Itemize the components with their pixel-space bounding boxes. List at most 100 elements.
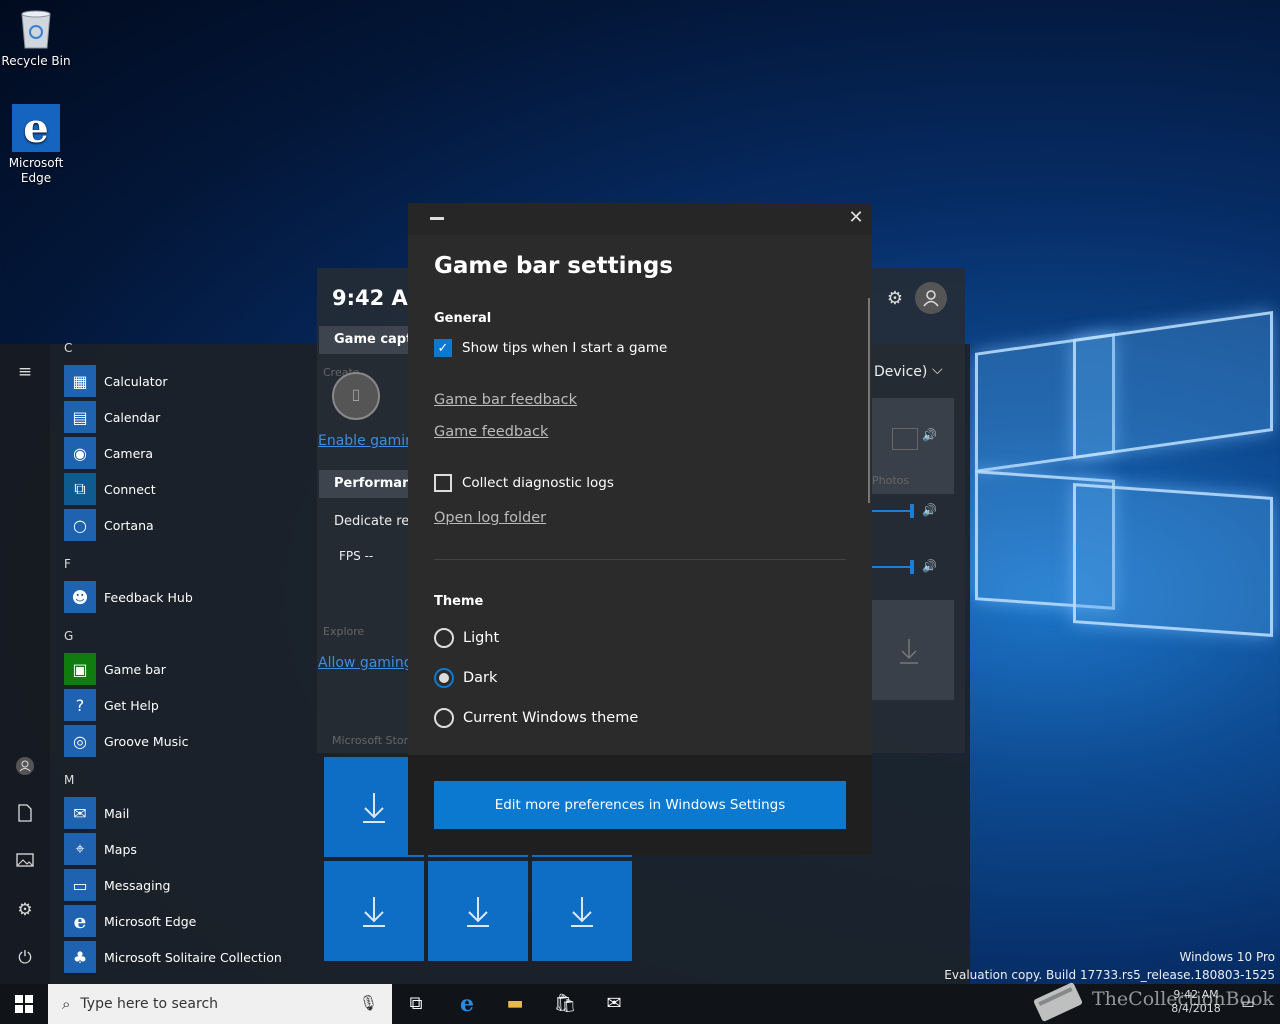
store-label: Microsoft Store	[332, 734, 408, 747]
app-cortana[interactable]: ○ Cortana	[64, 509, 154, 541]
game-bar-feedback-link[interactable]: Game bar feedback	[434, 392, 577, 408]
help-icon: ?	[64, 689, 96, 721]
theme-radio-light[interactable]	[434, 628, 454, 648]
taskbar-search-box[interactable]: ⌕ Type here to search 🎙	[48, 984, 392, 1024]
audio-device-selector[interactable]: Device) ⌵	[872, 356, 957, 388]
pictures-icon[interactable]	[13, 852, 37, 876]
maps-icon: ⌖	[64, 833, 96, 865]
show-tips-checkbox-row[interactable]: ✓ Show tips when I start a game	[434, 339, 667, 357]
download-icon	[363, 793, 385, 823]
theme-option-dark[interactable]: Dark	[434, 668, 497, 688]
collect-logs-checkbox-row[interactable]: Collect diagnostic logs	[434, 474, 614, 492]
app-game-bar[interactable]: ▣ Game bar	[64, 653, 166, 685]
chevron-down-icon: ⌵	[932, 362, 943, 378]
app-camera[interactable]: ◉ Camera	[64, 437, 153, 469]
mail-taskbar-icon[interactable]: ✉	[602, 992, 626, 1016]
task-view-icon[interactable]: ⧉	[404, 992, 428, 1016]
close-icon[interactable]: ✕	[846, 209, 866, 229]
download-icon	[571, 897, 593, 927]
theme-radio-current[interactable]	[434, 708, 454, 728]
dialog-title: Game bar settings	[434, 253, 673, 279]
app-messaging[interactable]: ▭ Messaging	[64, 869, 170, 901]
download-icon	[467, 897, 489, 927]
volume-icon[interactable]: 🔊	[922, 428, 937, 442]
settings-icon[interactable]: ⚙	[13, 900, 37, 924]
gear-icon[interactable]: ⚙	[884, 288, 906, 310]
theme-radio-dark[interactable]	[434, 668, 454, 688]
fps-readout: FPS --	[339, 549, 374, 563]
pending-tile[interactable]	[428, 861, 528, 961]
connect-icon: ⧉	[64, 473, 96, 505]
edit-preferences-button[interactable]: Edit more preferences in Windows Setting…	[434, 781, 846, 829]
collect-logs-checkbox[interactable]	[434, 474, 452, 492]
volume-slider-1[interactable]	[872, 510, 912, 512]
volume-icon[interactable]: 🔊	[922, 503, 937, 517]
search-placeholder: Type here to search	[80, 996, 219, 1012]
app-get-help[interactable]: ? Get Help	[64, 689, 159, 721]
camera-icon: ⌷	[351, 386, 361, 405]
app-calculator[interactable]: ▦ Calculator	[64, 365, 167, 397]
volume-slider-1-thumb[interactable]	[910, 504, 914, 518]
calculator-icon: ▦	[64, 365, 96, 397]
recycle-bin-shortcut[interactable]: Recycle Bin	[0, 8, 72, 69]
recycle-bin-label: Recycle Bin	[1, 54, 71, 68]
allow-gaming-link[interactable]: Allow gaming features	[318, 655, 408, 671]
volume-slider-2-thumb[interactable]	[910, 560, 914, 574]
enable-gaming-link[interactable]: Enable gaming features	[318, 433, 408, 449]
edge-taskbar-icon[interactable]: e	[455, 992, 479, 1016]
download-icon	[900, 639, 918, 664]
app-mail[interactable]: ✉ Mail	[64, 797, 129, 829]
volume-slider-2[interactable]	[872, 566, 912, 568]
search-icon: ⌕	[62, 995, 71, 1013]
microphone-icon[interactable]: 🎙	[359, 994, 378, 1012]
messaging-icon: ▭	[64, 869, 96, 901]
app-solitaire[interactable]: ♣ Microsoft Solitaire Collection	[64, 941, 282, 973]
photos-label: Photos	[872, 474, 910, 487]
volume-icon[interactable]: 🔊	[922, 559, 937, 573]
start-button[interactable]	[0, 984, 48, 1024]
letter-header-m[interactable]: M	[64, 773, 74, 787]
power-icon[interactable]: ⏻	[13, 948, 37, 972]
camera-icon: ◉	[64, 437, 96, 469]
minimize-icon[interactable]	[430, 217, 444, 220]
dialog-scrollbar[interactable]	[868, 298, 870, 503]
dialog-titlebar: ✕	[408, 203, 872, 235]
letter-header-f[interactable]: F	[64, 557, 71, 571]
user-profile-button[interactable]	[915, 282, 947, 314]
app-maps[interactable]: ⌖ Maps	[64, 833, 137, 865]
hamburger-icon[interactable]: ≡	[13, 362, 37, 386]
app-microsoft-edge[interactable]: e Microsoft Edge	[64, 905, 196, 937]
capture-section-header[interactable]: Game capture	[319, 326, 411, 354]
app-connect[interactable]: ⧉ Connect	[64, 473, 156, 505]
store-icon[interactable]: 🛍	[553, 992, 577, 1016]
app-feedback-hub[interactable]: ☻ Feedback Hub	[64, 581, 193, 613]
app-groove-music[interactable]: ◎ Groove Music	[64, 725, 188, 757]
download-icon	[363, 897, 385, 927]
edge-label-line2: Edge	[20, 171, 52, 185]
game-feedback-link[interactable]: Game feedback	[434, 424, 548, 440]
documents-icon[interactable]	[13, 804, 37, 828]
letter-header-c[interactable]: C	[64, 341, 72, 355]
start-rail: ≡ ⚙ ⏻	[0, 344, 50, 984]
letter-header-g[interactable]: G	[64, 629, 73, 643]
user-account-icon[interactable]	[13, 756, 37, 780]
pending-tile[interactable]	[324, 861, 424, 961]
theme-option-light[interactable]: Light	[434, 628, 499, 648]
file-explorer-icon[interactable]: ▬	[503, 992, 527, 1016]
edge-icon: e	[12, 104, 60, 152]
book-watermark-text: TheCollectionBook	[1092, 988, 1274, 1010]
collect-logs-label: Collect diagnostic logs	[462, 475, 614, 491]
performance-section-header[interactable]: Performance	[319, 470, 411, 498]
pending-tile[interactable]	[532, 861, 632, 961]
edge-shortcut[interactable]: e Microsoft Edge	[0, 104, 72, 186]
app-calendar[interactable]: ▤ Calendar	[64, 401, 160, 433]
theme-heading: Theme	[434, 594, 484, 609]
open-log-folder-link[interactable]: Open log folder	[434, 510, 546, 526]
show-tips-checkbox[interactable]: ✓	[434, 339, 452, 357]
recycle-bin-icon	[18, 8, 54, 50]
music-icon: ◎	[64, 725, 96, 757]
section-divider	[434, 559, 846, 560]
theme-option-current[interactable]: Current Windows theme	[434, 708, 638, 728]
screenshot-button[interactable]: ⌷	[332, 372, 380, 420]
explore-label: Explore	[323, 625, 365, 638]
